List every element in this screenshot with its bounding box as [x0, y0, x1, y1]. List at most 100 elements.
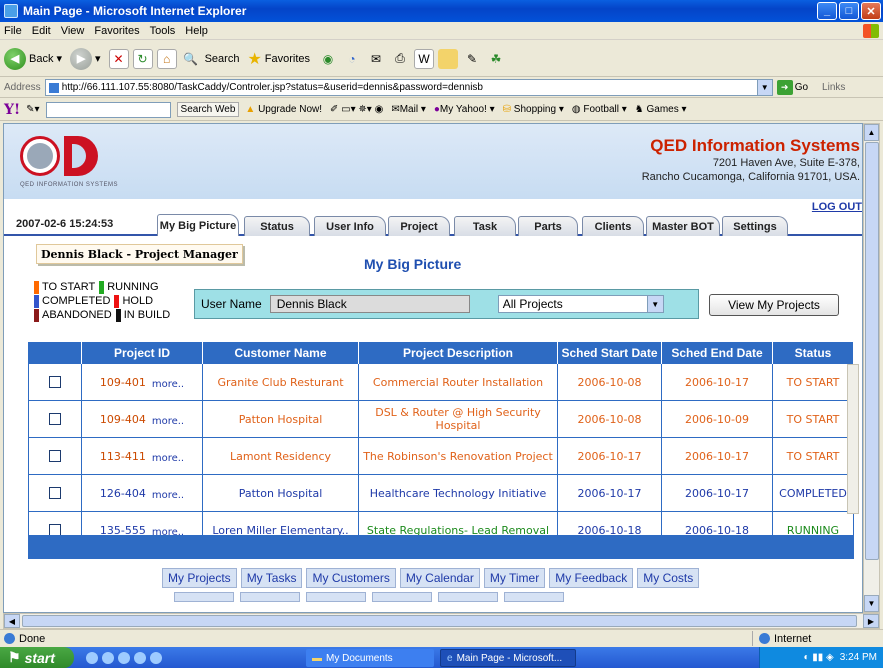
edit-icon[interactable]: W: [414, 48, 435, 69]
tab-status[interactable]: Status: [244, 216, 310, 236]
pencil-icon[interactable]: ✎▾: [26, 104, 39, 115]
highlight-icon[interactable]: ✐ ▭▾ ✵▾ ◉: [330, 104, 383, 115]
folder-icon[interactable]: [438, 48, 459, 69]
link-my-feedback[interactable]: My Feedback: [549, 568, 634, 588]
tab-settings[interactable]: Settings: [722, 216, 788, 236]
start-button[interactable]: ⚑ start: [0, 647, 74, 668]
warning-icon: ▲: [245, 104, 256, 115]
quick-launch-icon[interactable]: [86, 651, 98, 664]
taskbar-main-page[interactable]: e Main Page - Microsoft...: [440, 649, 576, 667]
menu-favorites[interactable]: Favorites: [94, 25, 139, 37]
research-icon[interactable]: ✎: [462, 49, 482, 69]
more-link[interactable]: more..: [152, 453, 184, 464]
my-yahoo-button[interactable]: ●My Yahoo! ▾: [434, 104, 495, 115]
tab-master-bot[interactable]: Master BOT: [646, 216, 720, 236]
games-button[interactable]: ♞ Games ▾: [635, 104, 687, 115]
link-cut-3[interactable]: [306, 592, 366, 602]
menu-help[interactable]: Help: [185, 25, 208, 37]
back-button[interactable]: ◀ Back ▾: [4, 47, 62, 70]
mail-icon[interactable]: ✉: [366, 49, 386, 69]
more-link[interactable]: more..: [152, 416, 184, 427]
table-scrollbar[interactable]: [847, 364, 859, 514]
quick-launch-icon[interactable]: [150, 651, 162, 664]
minimize-button[interactable]: _: [817, 2, 837, 20]
shopping-button[interactable]: ⛁ Shopping ▾: [503, 104, 564, 115]
messenger-icon[interactable]: ☘: [486, 49, 506, 69]
tray-icons[interactable]: ◐ ▮▮ ◈: [803, 652, 833, 663]
tab-project[interactable]: Project: [388, 216, 450, 236]
tab-my-big-picture[interactable]: My Big Picture: [157, 214, 239, 236]
security-zone: Internet: [752, 631, 880, 646]
home-icon[interactable]: ⌂: [156, 48, 177, 69]
quick-links: My Projects My Tasks My Customers My Cal…: [162, 568, 700, 588]
taskbar-my-documents[interactable]: ▬ My Documents: [306, 649, 434, 667]
folder-icon: ▬: [312, 652, 322, 664]
scroll-right-icon[interactable]: ▶: [863, 614, 879, 628]
link-cut-6[interactable]: [504, 592, 564, 602]
forward-button[interactable]: ▶ ▾: [70, 47, 101, 70]
row-checkbox[interactable]: [49, 376, 61, 388]
search-button[interactable]: 🔍 Search: [181, 49, 239, 69]
link-my-costs[interactable]: My Costs: [637, 568, 700, 588]
sched-end-date: 2006-10-17: [662, 475, 773, 511]
menu-tools[interactable]: Tools: [150, 25, 176, 37]
address-input[interactable]: http://66.111.107.55:8080/TaskCaddy/Cont…: [44, 79, 773, 96]
scroll-thumb[interactable]: [865, 142, 879, 560]
address-dropdown-icon[interactable]: ▼: [756, 80, 772, 95]
link-cut-1[interactable]: [174, 592, 234, 602]
link-my-calendar[interactable]: My Calendar: [399, 568, 480, 588]
vertical-scrollbar[interactable]: ▲ ▼: [863, 123, 880, 613]
link-cut-4[interactable]: [372, 592, 432, 602]
link-my-timer[interactable]: My Timer: [483, 568, 546, 588]
print-icon[interactable]: ⎙: [390, 49, 410, 69]
close-button[interactable]: ✕: [861, 2, 881, 20]
yahoo-search-input[interactable]: [45, 101, 171, 118]
more-link[interactable]: more..: [152, 379, 184, 390]
project-filter-select[interactable]: All Projects ▼: [497, 295, 664, 313]
quick-launch-icon[interactable]: [134, 651, 146, 664]
back-label: Back: [29, 52, 54, 65]
go-button[interactable]: ➜ Go: [776, 80, 808, 95]
link-cut-2[interactable]: [240, 592, 300, 602]
project-filter-value: All Projects: [502, 297, 563, 311]
sched-end-date: 2006-10-17: [662, 364, 773, 400]
tab-user-info[interactable]: User Info: [314, 216, 386, 236]
row-checkbox[interactable]: [49, 487, 61, 499]
history-icon[interactable]: ◔: [342, 49, 362, 69]
quick-launch-icon[interactable]: [102, 651, 114, 664]
football-button[interactable]: ◍ Football ▾: [572, 104, 627, 115]
sched-end-date: 2006-10-09: [662, 401, 773, 437]
tab-task[interactable]: Task: [454, 216, 516, 236]
maximize-button[interactable]: □: [839, 2, 859, 20]
quick-launch-icon[interactable]: [118, 651, 130, 664]
view-my-projects-button[interactable]: View My Projects: [709, 294, 839, 316]
search-web-button[interactable]: Search Web: [176, 102, 240, 117]
menu-edit[interactable]: Edit: [32, 25, 51, 37]
favorites-button[interactable]: ★ Favorites: [247, 49, 310, 69]
scroll-down-icon[interactable]: ▼: [864, 595, 879, 612]
upgrade-button[interactable]: ▲ Upgrade Now!: [245, 104, 322, 115]
tab-clients[interactable]: Clients: [582, 216, 644, 236]
col-customer-name: Customer Name: [203, 342, 359, 364]
scroll-left-icon[interactable]: ◀: [4, 614, 20, 628]
menu-file[interactable]: File: [4, 25, 22, 37]
more-link[interactable]: more..: [152, 490, 184, 501]
row-checkbox[interactable]: [49, 413, 61, 425]
scroll-up-icon[interactable]: ▲: [864, 124, 879, 141]
horizontal-scrollbar[interactable]: ◀ ▶: [3, 613, 880, 629]
stop-icon[interactable]: ✕: [108, 48, 129, 69]
yahoo-mail-button[interactable]: ✉Mail ▾: [391, 104, 426, 115]
row-checkbox[interactable]: [49, 450, 61, 462]
menu-view[interactable]: View: [61, 25, 85, 37]
tab-parts[interactable]: Parts: [518, 216, 578, 236]
links-button[interactable]: Links: [822, 82, 845, 93]
go-arrow-icon: ➜: [776, 80, 793, 95]
link-my-tasks[interactable]: My Tasks: [240, 568, 303, 588]
link-cut-5[interactable]: [438, 592, 498, 602]
link-my-projects[interactable]: My Projects: [162, 568, 237, 588]
media-icon[interactable]: ◉: [318, 49, 338, 69]
yahoo-logo-icon[interactable]: Y!: [4, 102, 20, 118]
link-my-customers[interactable]: My Customers: [306, 568, 396, 588]
hscroll-thumb[interactable]: [22, 615, 857, 627]
refresh-icon[interactable]: ↻: [132, 48, 153, 69]
